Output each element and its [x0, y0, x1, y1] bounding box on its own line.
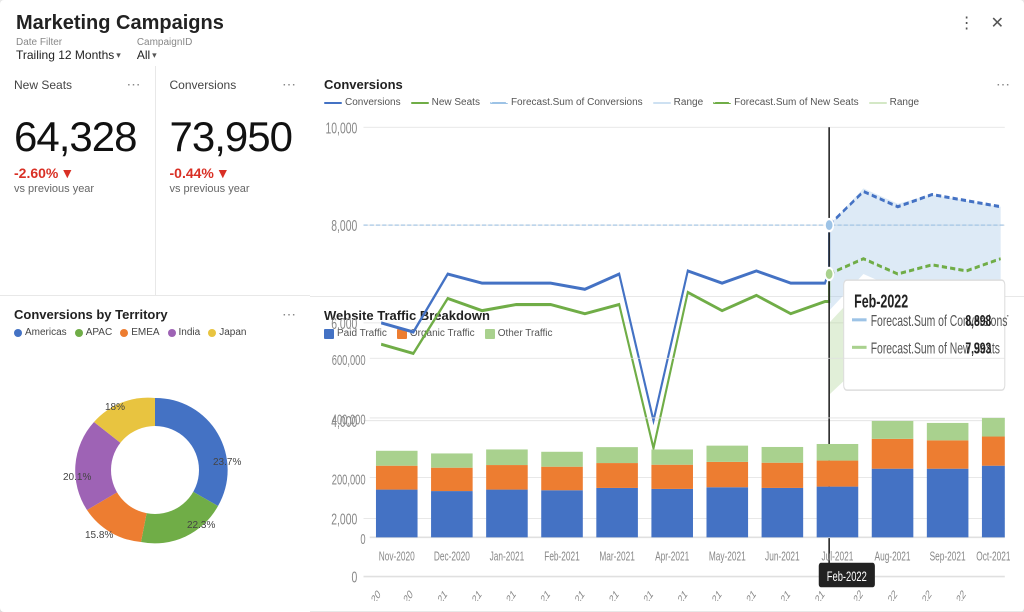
- conversions-menu-button[interactable]: ⋯: [282, 76, 296, 93]
- svg-text:23.7%: 23.7%: [213, 457, 241, 468]
- svg-text:200,000: 200,000: [332, 471, 366, 488]
- header: Marketing Campaigns Date Filter Trailing…: [0, 0, 1024, 66]
- conversions-header: Conversions ⋯: [170, 76, 297, 93]
- conversions-chart-menu-button[interactable]: ⋯: [996, 76, 1010, 93]
- page-title: Marketing Campaigns: [16, 12, 224, 35]
- conversions-chart-title: Conversions: [324, 77, 403, 92]
- svg-text:10,000: 10,000: [326, 119, 358, 137]
- legend-apac: APAC: [75, 327, 113, 338]
- emea-dot: [120, 329, 128, 337]
- header-left: Marketing Campaigns Date Filter Trailing…: [16, 12, 224, 62]
- conversions-card: Conversions ⋯ 73,950 -0.44% ▼ vs previou…: [156, 66, 311, 295]
- svg-text:May-2021: May-2021: [709, 550, 746, 564]
- header-actions: ⋮ ✕: [955, 14, 1008, 34]
- svg-text:Oct-2021: Oct-2021: [976, 550, 1010, 564]
- svg-text:Jul-2021: Jul-2021: [822, 550, 854, 564]
- apac-dot: [75, 329, 83, 337]
- svg-text:0: 0: [360, 531, 365, 548]
- kpi-row: New Seats ⋯ 64,328 -2.60% ▼ vs previous …: [0, 66, 310, 296]
- svg-text:8,000: 8,000: [331, 217, 357, 235]
- japan-dot: [208, 329, 216, 337]
- territory-panel: Conversions by Territory ⋯ Americas APAC…: [0, 296, 310, 612]
- new-seats-title: New Seats: [14, 78, 72, 92]
- legend-forecast-new-dot: [713, 102, 731, 104]
- new-seats-card: New Seats ⋯ 64,328 -2.60% ▼ vs previous …: [0, 66, 156, 295]
- donut-chart-area: 23.7% 22.3% 15.8% 20.1% 18%: [14, 338, 296, 602]
- new-seats-header: New Seats ⋯: [14, 76, 141, 93]
- svg-text:Apr-2021: Apr-2021: [655, 550, 689, 564]
- territory-title: Conversions by Territory: [14, 307, 168, 322]
- americas-dot: [14, 329, 22, 337]
- more-button[interactable]: ⋮: [955, 14, 979, 34]
- header-filters: Date Filter Trailing 12 Months ▾ Campaig…: [16, 37, 224, 62]
- new-seats-menu-button[interactable]: ⋯: [127, 76, 141, 93]
- conversions-value: 73,950: [170, 113, 297, 161]
- conversions-legend: Conversions New Seats Forecast.Sum of Co…: [324, 97, 1010, 108]
- donut-legend: Americas APAC EMEA India Japan: [14, 327, 296, 338]
- legend-conversions-dot: [324, 102, 342, 104]
- legend-emea: EMEA: [120, 327, 159, 338]
- svg-text:8,898: 8,898: [965, 312, 991, 330]
- legend-india: India: [168, 327, 201, 338]
- svg-text:22.3%: 22.3%: [187, 520, 215, 531]
- legend-forecast-conv-dot: [490, 102, 508, 104]
- svg-text:20.1%: 20.1%: [63, 472, 91, 483]
- date-filter-value[interactable]: Trailing 12 Months ▾: [16, 48, 121, 62]
- legend-range2: Range: [869, 97, 919, 108]
- india-dot: [168, 329, 176, 337]
- svg-text:400,000: 400,000: [332, 411, 366, 428]
- campaign-filter-value[interactable]: All ▾: [137, 48, 193, 62]
- new-seats-change: -2.60% ▼: [14, 165, 141, 181]
- svg-text:Aug-2021: Aug-2021: [875, 550, 911, 564]
- new-seats-value: 64,328: [14, 113, 141, 161]
- conversions-chart-header: Conversions ⋯: [324, 76, 1010, 93]
- legend-americas: Americas: [14, 327, 67, 338]
- svg-text:Feb-2022: Feb-2022: [854, 292, 908, 312]
- svg-text:18%: 18%: [105, 402, 125, 413]
- legend-conversions: Conversions: [324, 97, 401, 108]
- legend-forecast-conv: Forecast.Sum of Conversions: [490, 97, 643, 108]
- svg-text:Jan-2021: Jan-2021: [490, 550, 525, 564]
- legend-japan: Japan: [208, 327, 246, 338]
- svg-text:Mar-2021: Mar-2021: [599, 550, 635, 564]
- legend-newseats: New Seats: [411, 97, 480, 108]
- dashboard: Marketing Campaigns Date Filter Trailing…: [0, 0, 1024, 612]
- close-button[interactable]: ✕: [987, 14, 1008, 34]
- bar-chart-area: 600,000 400,000 200,000 0: [324, 345, 1010, 602]
- campaign-filter-label: CampaignID: [137, 37, 193, 48]
- legend-newseats-dot: [411, 102, 429, 104]
- down-icon: ▼: [60, 165, 74, 181]
- conversions-vs: vs previous year: [170, 183, 297, 195]
- svg-text:6,000: 6,000: [331, 315, 357, 333]
- campaign-filter[interactable]: CampaignID All ▾: [137, 37, 193, 62]
- conversions-change: -0.44% ▼: [170, 165, 297, 181]
- down-icon: ▼: [216, 165, 230, 181]
- svg-text:Dec-2020: Dec-2020: [434, 550, 470, 564]
- date-filter-label: Date Filter: [16, 37, 121, 48]
- svg-text:Jun-2021: Jun-2021: [765, 550, 800, 564]
- chevron-down-icon: ▾: [116, 50, 121, 61]
- chevron-down-icon: ▾: [152, 50, 157, 61]
- content-grid: New Seats ⋯ 64,328 -2.60% ▼ vs previous …: [0, 66, 1024, 612]
- legend-forecast-new: Forecast.Sum of New Seats: [713, 97, 859, 108]
- svg-text:Nov-2020: Nov-2020: [379, 550, 415, 564]
- conversions-title: Conversions: [170, 78, 237, 92]
- territory-header: Conversions by Territory ⋯: [14, 306, 296, 323]
- date-filter[interactable]: Date Filter Trailing 12 Months ▾: [16, 37, 121, 62]
- legend-range1: Range: [653, 97, 703, 108]
- new-seats-vs: vs previous year: [14, 183, 141, 195]
- legend-range2-dot: [869, 102, 887, 104]
- svg-text:Sep-2021: Sep-2021: [930, 550, 966, 564]
- svg-text:600,000: 600,000: [332, 352, 366, 369]
- territory-menu-button[interactable]: ⋯: [282, 306, 296, 323]
- svg-text:Feb-2021: Feb-2021: [544, 550, 580, 564]
- svg-text:15.8%: 15.8%: [85, 530, 113, 541]
- legend-range1-dot: [653, 102, 671, 104]
